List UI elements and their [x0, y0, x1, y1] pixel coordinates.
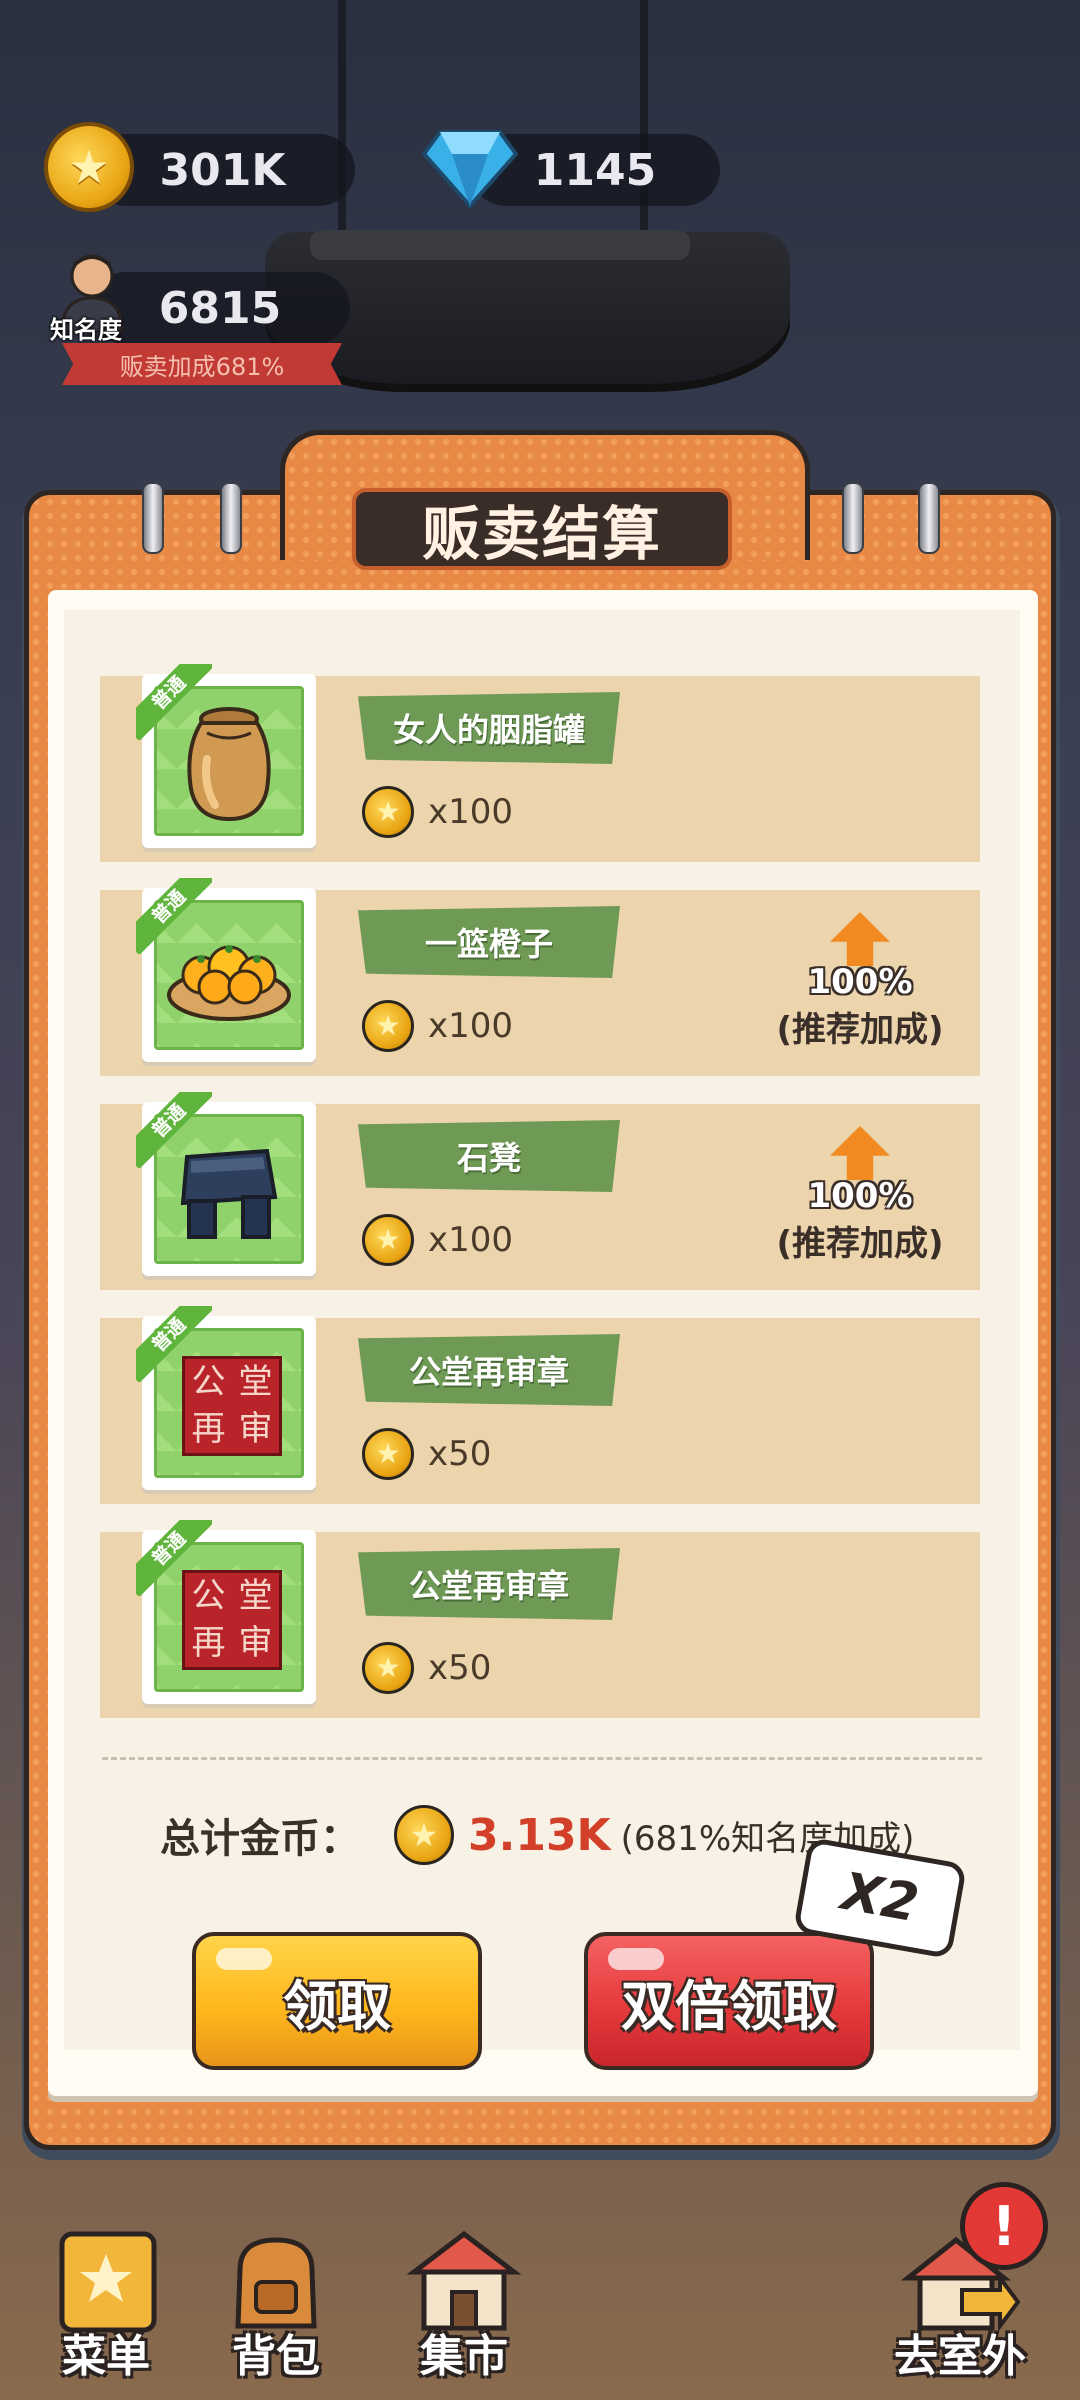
- button-shine: [216, 1948, 272, 1970]
- x2-tag-label: X2: [837, 1861, 923, 1935]
- item-price: ★ x100: [362, 1000, 513, 1052]
- recommend-bonus: 100% (推荐加成): [760, 1126, 960, 1265]
- item-name: 公堂再审章: [358, 1334, 620, 1406]
- rarity-badge: 普通: [136, 1092, 212, 1168]
- rarity-badge: 普通: [136, 1306, 212, 1382]
- binder-ring-icon: [918, 482, 940, 554]
- sell-bonus-text: 贩卖加成681%: [119, 352, 285, 381]
- item-price-value: x50: [428, 1434, 492, 1474]
- item-card[interactable]: 普通: [136, 1092, 316, 1276]
- item-price-value: x100: [428, 1220, 514, 1260]
- item-price-value: x100: [428, 792, 514, 832]
- bonus-percent: 100%: [807, 1176, 913, 1216]
- coin-icon: ★: [362, 1000, 414, 1052]
- item-price: ★ x100: [362, 1214, 513, 1266]
- item-price: ★ x50: [362, 1642, 491, 1694]
- panel-title-plate: 贩卖结算: [352, 488, 732, 570]
- item-card[interactable]: 公堂 再审 普通: [136, 1520, 316, 1704]
- coin-icon: ★: [362, 1642, 414, 1694]
- coin-icon: ★: [394, 1805, 454, 1865]
- bonus-text: (推荐加成): [776, 1224, 944, 1264]
- bonus-percent: 100%: [807, 962, 913, 1002]
- double-collect-button[interactable]: 双倍领取: [584, 1932, 874, 2070]
- arrow-up-icon: [830, 912, 890, 966]
- sell-bonus-ribbon: 贩卖加成681%: [62, 343, 342, 385]
- item-price-value: x50: [428, 1648, 492, 1688]
- rarity-badge: 普通: [136, 878, 212, 954]
- nav-market[interactable]: 集市: [384, 2220, 544, 2390]
- item-card[interactable]: 普通: [136, 878, 316, 1062]
- item-price: ★ x50: [362, 1428, 491, 1480]
- recommend-bonus: 100% (推荐加成): [760, 912, 960, 1051]
- nav-market-label: 集市: [420, 2331, 508, 2382]
- coin-icon: ★: [362, 1214, 414, 1266]
- nav-outdoor-label: 去室外: [894, 2331, 1026, 2382]
- coin-icon: ★: [44, 122, 134, 212]
- binder-ring-icon: [142, 482, 164, 554]
- coin-icon: ★: [362, 1428, 414, 1480]
- fame-label: 知名度: [50, 316, 122, 344]
- arrow-up-icon: [830, 1126, 890, 1180]
- total-coins: 总计金币： ★ 3.13K (681%知名度加成): [160, 1800, 914, 1870]
- binder-ring-icon: [842, 482, 864, 554]
- nav-bag-label: 背包: [232, 2331, 320, 2382]
- item-name: 女人的胭脂罐: [358, 692, 620, 764]
- item-name: 公堂再审章: [358, 1548, 620, 1620]
- coin-icon: ★: [362, 786, 414, 838]
- collect-button[interactable]: 领取: [192, 1932, 482, 2070]
- item-price: ★ x100: [362, 786, 513, 838]
- total-amount: 3.13K: [468, 1809, 611, 1861]
- double-collect-button-label: 双倍领取: [621, 1974, 837, 2038]
- nav-menu-label: 菜单: [62, 2331, 150, 2382]
- lamp-wire-left: [338, 0, 346, 240]
- item-price-value: x100: [428, 1006, 514, 1046]
- collect-button-label: 领取: [283, 1974, 391, 2038]
- binder-ring-icon: [220, 482, 242, 554]
- nav-menu[interactable]: 菜单: [26, 2220, 186, 2390]
- total-label: 总计金币：: [160, 1816, 360, 1862]
- item-card[interactable]: 公堂 再审 普通: [136, 1306, 316, 1490]
- rarity-badge: 普通: [136, 1520, 212, 1596]
- button-shine: [608, 1948, 664, 1970]
- bonus-text: (推荐加成): [776, 1010, 944, 1050]
- alert-icon: !: [991, 2194, 1017, 2258]
- coin-amount: 301K: [159, 144, 286, 196]
- fame-amount: 6815: [158, 282, 282, 334]
- panel-title: 贩卖结算: [421, 500, 662, 568]
- item-name: 一篮橙子: [358, 906, 620, 978]
- rarity-badge: 普通: [136, 664, 212, 740]
- alert-badge: !: [960, 2182, 1048, 2270]
- nav-bag[interactable]: 背包: [196, 2220, 356, 2390]
- gem-amount: 1145: [533, 144, 657, 196]
- diamond-icon: [422, 130, 518, 208]
- item-card[interactable]: 普通: [136, 664, 316, 848]
- divider: [102, 1757, 982, 1760]
- hanging-lamp-top: [310, 230, 690, 260]
- item-name: 石凳: [358, 1120, 620, 1192]
